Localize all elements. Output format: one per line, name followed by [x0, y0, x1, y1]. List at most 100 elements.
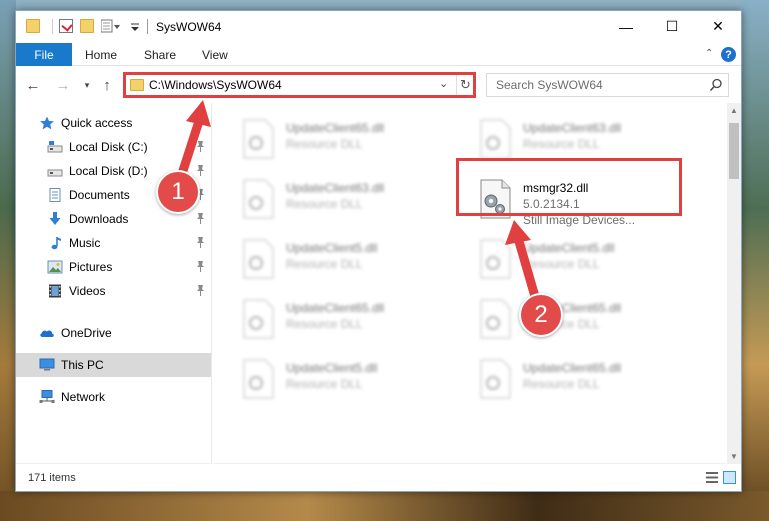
forward-button[interactable]: →	[54, 76, 72, 94]
navigation-pane: Quick access Local Disk (C:) Local Disk …	[16, 103, 212, 463]
sidebar-item-network[interactable]: Network	[16, 385, 211, 409]
list-item[interactable]: UpdateClient5.dll Resource DLL	[213, 353, 443, 405]
address-path[interactable]: C:\Windows\SysWOW64	[149, 78, 282, 92]
callout-badge-1: 1	[156, 170, 200, 214]
computer-icon	[39, 358, 55, 371]
file-name: UpdateClient65.dll	[523, 361, 622, 375]
pin-icon[interactable]	[196, 213, 205, 224]
quick-access-customize-icon[interactable]	[101, 19, 121, 33]
sidebar-item-onedrive[interactable]: OneDrive	[16, 321, 211, 345]
documents-icon	[49, 188, 61, 202]
file-name: UpdateClient5.dll	[286, 241, 378, 255]
dll-file-icon	[243, 179, 274, 219]
file-name: UpdateClient63.dll	[286, 181, 385, 195]
sidebar-item-videos[interactable]: Videos	[16, 279, 211, 303]
recent-locations-chevron-icon[interactable]: ▾	[78, 76, 96, 94]
properties-icon[interactable]	[59, 19, 73, 33]
maximize-button[interactable]: ☐	[649, 11, 695, 42]
minimize-button[interactable]: —	[603, 11, 649, 42]
tab-file[interactable]: File	[16, 43, 72, 66]
drive-icon	[47, 169, 63, 177]
dll-file-icon	[243, 359, 274, 399]
folder-icon	[130, 79, 144, 91]
close-button[interactable]: ✕	[695, 11, 741, 42]
star-icon	[40, 116, 54, 130]
file-type: Resource DLL	[286, 197, 363, 211]
dll-file-icon	[243, 239, 274, 279]
help-icon[interactable]: ?	[721, 47, 736, 62]
search-box[interactable]	[486, 73, 729, 97]
list-item[interactable]: UpdateClient65.dll Resource DLL	[213, 113, 443, 165]
file-name: UpdateClient63.dll	[523, 121, 622, 135]
sidebar-item-label: Pictures	[69, 260, 113, 274]
up-button[interactable]: ↑	[98, 76, 116, 94]
sidebar-item-local-disk-c[interactable]: Local Disk (C:)	[16, 135, 211, 159]
sidebar-item-label: Quick access	[61, 116, 133, 130]
dll-file-icon	[480, 239, 511, 279]
dll-file-icon	[480, 119, 511, 159]
scroll-up-arrow-icon[interactable]: ▲	[727, 103, 741, 117]
pin-icon[interactable]	[196, 285, 205, 296]
drive-icon	[47, 141, 63, 153]
pin-icon[interactable]	[196, 261, 205, 272]
title-bar: SysWOW64 — ☐ ✕	[16, 11, 741, 43]
address-dropdown-chevron-icon[interactable]: ⌄	[439, 77, 448, 90]
file-name: UpdateClient5.dll	[286, 361, 378, 375]
title-separator	[147, 19, 148, 34]
sidebar-item-label: Local Disk (D:)	[69, 164, 148, 178]
network-icon	[39, 390, 55, 403]
list-item[interactable]: UpdateClient65.dll Resource DLL	[213, 293, 443, 345]
sidebar-item-label: Downloads	[69, 212, 129, 226]
sidebar-item-label: Videos	[69, 284, 106, 298]
videos-icon	[49, 284, 61, 298]
file-name: UpdateClient65.dll	[286, 301, 385, 315]
details-view-icon[interactable]	[706, 472, 718, 483]
tab-view[interactable]: View	[202, 43, 228, 66]
callout-badge-2: 2	[519, 293, 563, 337]
music-icon	[51, 237, 61, 250]
folder-icon	[26, 19, 40, 33]
desktop-background-bottom	[0, 491, 769, 521]
chevron-down-icon[interactable]	[130, 19, 140, 33]
list-item[interactable]: UpdateClient63.dll Resource DLL	[213, 173, 443, 225]
search-input[interactable]	[487, 74, 707, 96]
sidebar-item-music[interactable]: Music	[16, 231, 211, 255]
sidebar-item-this-pc[interactable]: This PC	[16, 353, 211, 377]
tiles-view-icon[interactable]	[723, 471, 736, 484]
tab-share[interactable]: Share	[144, 43, 176, 66]
file-type: Resource DLL	[286, 317, 363, 331]
file-name: UpdateClient65.dll	[286, 121, 385, 135]
desktop-background-right	[741, 0, 769, 521]
pin-icon[interactable]	[196, 237, 205, 248]
sidebar-item-pictures[interactable]: Pictures	[16, 255, 211, 279]
list-item[interactable]: UpdateClient5.dll Resource DLL	[213, 233, 443, 285]
scrollbar-thumb[interactable]	[729, 123, 739, 179]
search-icon[interactable]	[709, 78, 723, 92]
sidebar-item-label: This PC	[61, 358, 104, 372]
file-type: Resource DLL	[286, 257, 363, 271]
sidebar-item-label: Documents	[69, 188, 130, 202]
sidebar-item-label: OneDrive	[61, 326, 112, 340]
item-count: 171 items	[28, 472, 76, 484]
sidebar-item-label: Music	[69, 236, 101, 250]
file-type: Resource DLL	[286, 137, 363, 151]
vertical-scrollbar[interactable]: ▲ ▼	[727, 103, 741, 463]
back-button[interactable]: ←	[24, 76, 42, 94]
refresh-icon[interactable]: ↻	[456, 75, 474, 95]
quick-access-separator	[52, 19, 53, 34]
list-item[interactable]: UpdateClient65.dll Resource DLL	[450, 293, 680, 345]
sidebar-item-quick-access[interactable]: Quick access	[16, 111, 211, 135]
pin-icon[interactable]	[196, 141, 205, 152]
highlight-box-file	[456, 158, 682, 216]
file-type: Resource DLL	[523, 257, 600, 271]
list-item[interactable]: UpdateClient65.dll Resource DLL	[450, 353, 680, 405]
list-item[interactable]: UpdateClient5.dll Resource DLL	[450, 233, 680, 285]
expand-ribbon-chevron-icon[interactable]: ⌃	[705, 48, 713, 59]
pin-icon[interactable]	[196, 165, 205, 176]
address-bar[interactable]: C:\Windows\SysWOW64 ⌄ ↻	[123, 72, 476, 98]
dll-file-icon	[243, 119, 274, 159]
scroll-down-arrow-icon[interactable]: ▼	[727, 449, 741, 463]
new-folder-icon[interactable]	[80, 19, 94, 33]
cloud-icon	[40, 330, 54, 337]
tab-home[interactable]: Home	[85, 43, 117, 66]
